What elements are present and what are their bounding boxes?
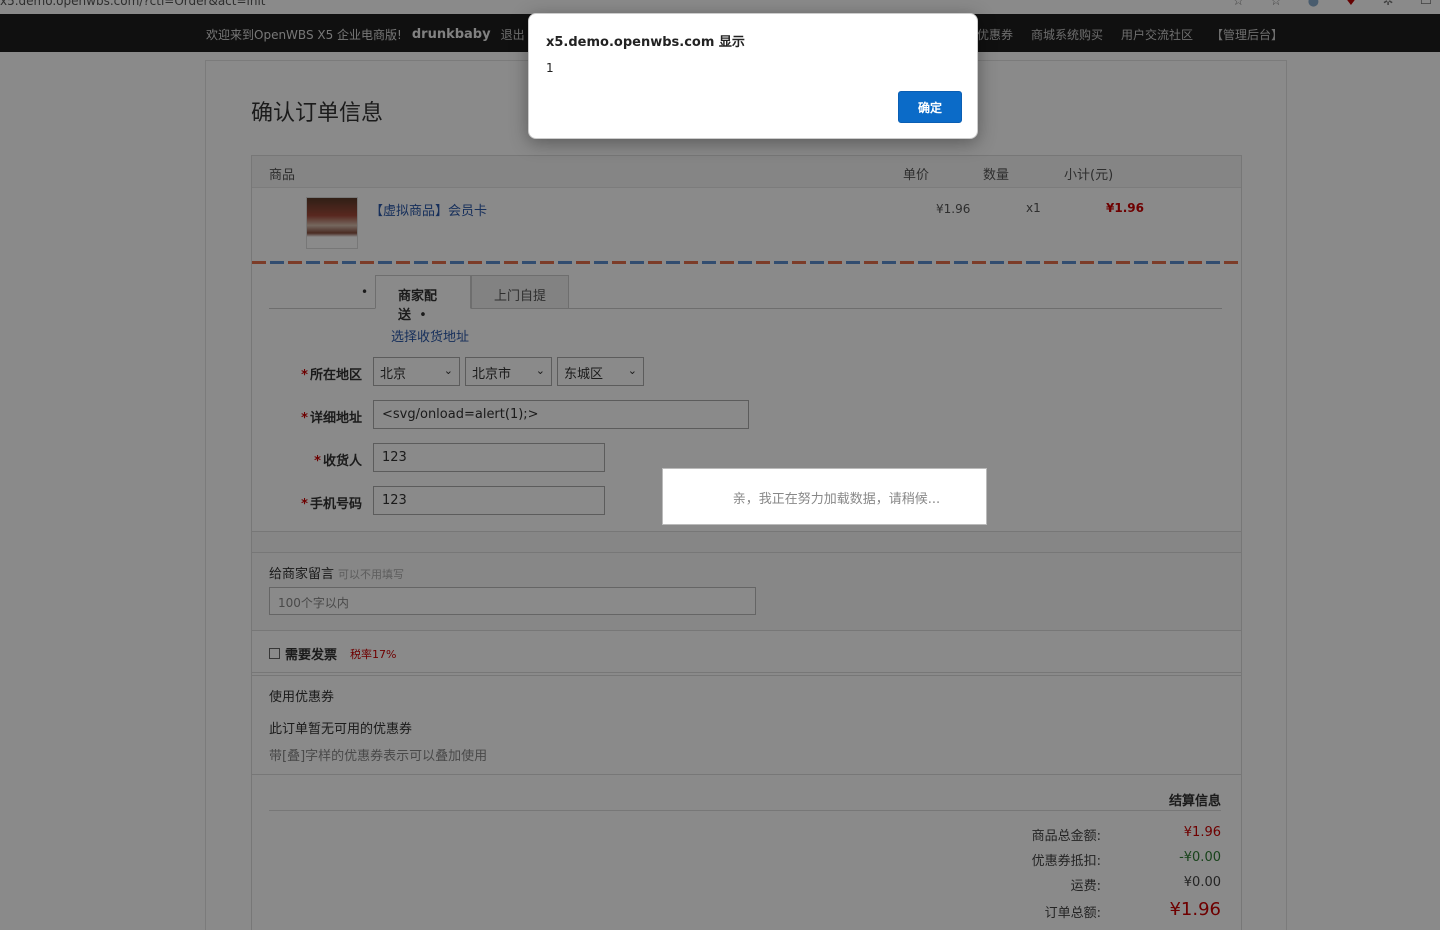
alert-title: x5.demo.openwbs.com 显示 xyxy=(546,35,745,50)
alert-message: 1 xyxy=(546,61,554,75)
loading-text: 亲，我正在努力加载数据，请稍候... xyxy=(732,492,941,507)
modal-overlay xyxy=(0,0,1440,930)
alert-ok-button[interactable]: 确定 xyxy=(898,91,962,123)
alert-dialog: x5.demo.openwbs.com 显示 1 确定 xyxy=(528,13,978,139)
loading-popup: 亲，我正在努力加载数据，请稍候... xyxy=(662,468,987,525)
